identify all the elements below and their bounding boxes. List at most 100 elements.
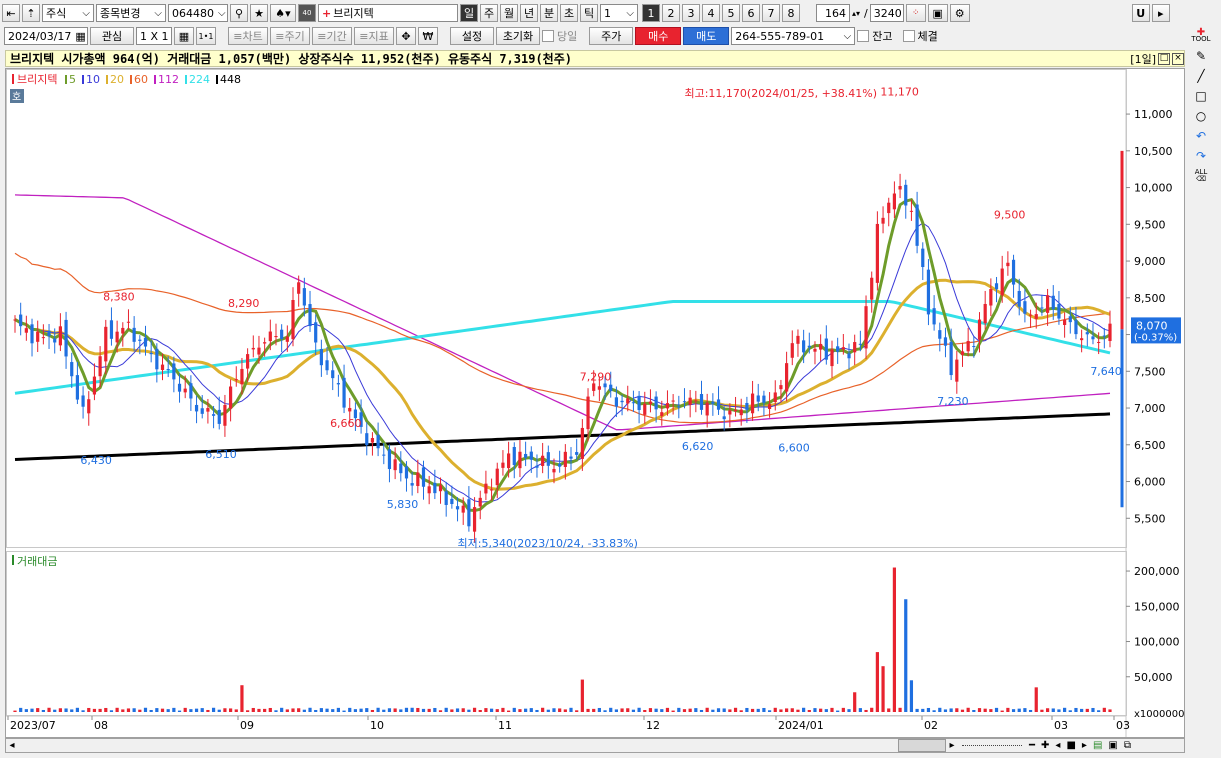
page-button-2[interactable]: 2	[662, 4, 680, 22]
excel-icon[interactable]: ▤	[1093, 740, 1102, 751]
watch-button[interactable]: 관심	[90, 27, 134, 45]
volume-bar	[977, 708, 982, 712]
stop-icon[interactable]: ■	[1066, 740, 1075, 751]
page-button-6[interactable]: 6	[742, 4, 760, 22]
price-mode-button[interactable]: 주가	[589, 27, 634, 45]
chart-tab-3[interactable]: ≡지표	[354, 27, 394, 45]
dots-icon[interactable]: ⁘	[905, 4, 926, 22]
stock-name-field[interactable]: + 브리지텍	[318, 4, 458, 22]
calendar-icon[interactable]: ▦	[75, 30, 85, 43]
candle-body	[285, 336, 289, 342]
delete-all-button[interactable]: ALL ⌫	[1190, 166, 1212, 186]
expand-icon[interactable]: ▸	[1151, 4, 1170, 22]
tool-button[interactable]: ✚ TOOL	[1190, 26, 1212, 46]
candle-body	[87, 399, 91, 414]
save-icon[interactable]: ▣	[927, 4, 948, 22]
balance-checkbox[interactable]: 잔고	[857, 28, 893, 44]
circle-icon[interactable]: ○	[1190, 106, 1212, 126]
today-checkbox-box[interactable]	[542, 30, 554, 42]
lock-icon[interactable]: ⇡	[22, 4, 40, 22]
balance-checkbox-box[interactable]	[857, 30, 870, 42]
stock-code-value: 064480	[172, 6, 214, 20]
chart-area[interactable]: 5,5006,0006,5007,0007,5008,0008,5009,000…	[5, 68, 1185, 738]
period-tab-3[interactable]: 년	[520, 4, 538, 22]
volume-bar	[552, 708, 556, 712]
volume-bar	[251, 707, 255, 712]
maximize-icon[interactable]: □	[1158, 52, 1170, 65]
candle-body	[98, 356, 102, 377]
undo-icon[interactable]: ↶	[1190, 126, 1212, 146]
candle-body	[841, 347, 845, 350]
scroll-left-icon[interactable]: ◂	[6, 740, 18, 751]
search-icon[interactable]: ⚲	[230, 4, 248, 22]
won-icon[interactable]: ₩	[418, 27, 438, 45]
page-button-4[interactable]: 4	[702, 4, 720, 22]
zoom-out-icon[interactable]: ━	[1029, 740, 1035, 751]
line-icon[interactable]: ╱	[1190, 66, 1212, 86]
market-select[interactable]: 주식	[42, 4, 94, 22]
sell-button[interactable]: 매도	[683, 27, 730, 45]
volume-legend-marker	[12, 555, 14, 565]
candle-body	[1011, 259, 1016, 285]
buy-button[interactable]: 매수	[635, 27, 682, 45]
x-tick-label: 12	[646, 719, 660, 732]
candle-body	[739, 409, 743, 416]
copy-icon[interactable]: ⧉	[1124, 740, 1131, 751]
filled-checkbox-box[interactable]	[902, 30, 915, 42]
zoom-in-icon[interactable]: ✚	[1041, 740, 1049, 751]
rectangle-icon[interactable]: □	[1190, 86, 1212, 106]
gear-icon[interactable]: ⚙	[949, 4, 970, 22]
volume-bar	[308, 707, 312, 712]
price-volume-chart[interactable]: 5,5006,0006,5007,0007,5008,0008,5009,000…	[6, 69, 1184, 737]
layout2-button[interactable]: 1•1	[196, 27, 216, 45]
zoom-slider[interactable]	[962, 745, 1022, 746]
period-tab-0[interactable]: 일	[460, 4, 478, 22]
period-value-select[interactable]: 1	[600, 4, 638, 22]
change-code-select[interactable]: 종목변경	[96, 4, 166, 22]
scroll-thumb[interactable]	[898, 739, 946, 752]
today-checkbox[interactable]: 당일	[542, 28, 577, 44]
stock-code-input[interactable]: 064480	[168, 4, 228, 22]
grid-icon[interactable]: ▦	[174, 27, 194, 45]
candle-body	[1023, 301, 1027, 314]
period-tab-1[interactable]: 주	[480, 4, 498, 22]
spade-menu-icon[interactable]: ♠▾	[270, 4, 296, 22]
page-button-8[interactable]: 8	[782, 4, 800, 22]
chart-scrollbar[interactable]: ◂ ▸ ━ ✚ ◂ ■ ▸ ▤ ▣ ⧉	[5, 738, 1185, 753]
page-button-3[interactable]: 3	[682, 4, 700, 22]
print-icon[interactable]: ▣	[1108, 740, 1117, 751]
u-button[interactable]: U	[1131, 4, 1150, 22]
tool-label: TOOL	[1191, 35, 1211, 43]
scroll-right-icon[interactable]: ▸	[946, 740, 958, 751]
page-button-5[interactable]: 5	[722, 4, 740, 22]
period-tab-4[interactable]: 분	[540, 4, 558, 22]
close-icon[interactable]: ×	[1172, 52, 1184, 65]
count-input[interactable]: 164	[816, 4, 850, 22]
pencil-icon[interactable]: ✎	[1190, 46, 1212, 66]
account-select[interactable]: 264-555-789-01	[731, 27, 856, 45]
chart-tab-1[interactable]: ≡주기	[270, 27, 310, 45]
play-back-icon[interactable]: ◂	[1055, 740, 1060, 751]
reset-button[interactable]: 초기화	[496, 27, 540, 45]
period-tab-5[interactable]: 초	[560, 4, 578, 22]
filled-checkbox[interactable]: 체결	[902, 28, 938, 44]
period-tab-2[interactable]: 월	[500, 4, 518, 22]
price-annotation: 9,500	[994, 208, 1026, 221]
4050-icon[interactable]: 40	[298, 4, 316, 22]
page-button-7[interactable]: 7	[762, 4, 780, 22]
period-tab-6[interactable]: 틱	[580, 4, 598, 22]
layout-input[interactable]: 1 X 1	[136, 27, 172, 45]
chart-tab-2[interactable]: ≡기간	[312, 27, 352, 45]
chart-tab-0[interactable]: ≡차트	[228, 27, 268, 45]
star-icon[interactable]: ★	[250, 4, 268, 22]
count-stepper-icon[interactable]: ▴▾	[852, 9, 862, 18]
page-button-1[interactable]: 1	[642, 4, 660, 22]
crosshair-icon[interactable]: ✥	[396, 27, 416, 45]
candle-body	[1063, 319, 1067, 325]
date-input[interactable]: 2024/03/17 ▦	[4, 27, 88, 45]
play-icon[interactable]: ▸	[1082, 740, 1087, 751]
dock-icon[interactable]: ⇤	[2, 4, 20, 22]
setting-button[interactable]: 설정	[450, 27, 494, 45]
redo-icon[interactable]: ↷	[1190, 146, 1212, 166]
candle-body	[404, 466, 409, 479]
